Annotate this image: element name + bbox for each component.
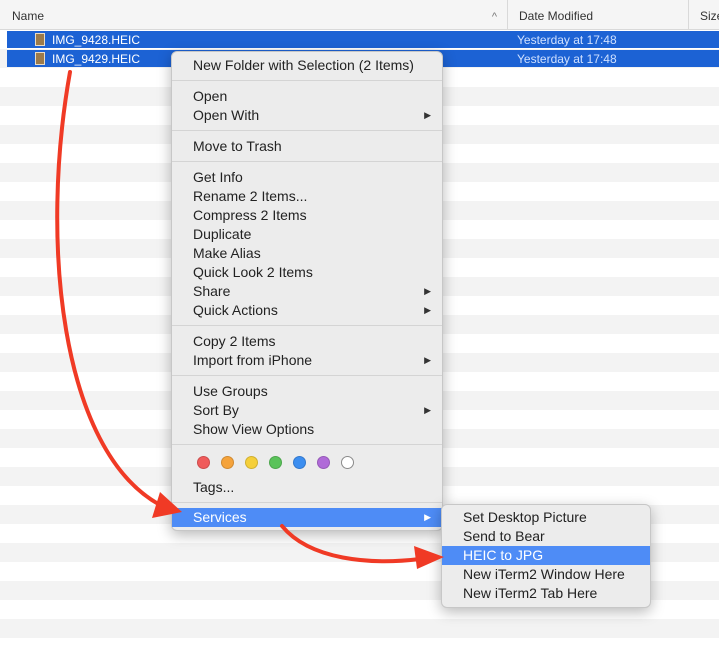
annotation-arrow-to-services [55,70,162,507]
annotation-arrow-to-heic [280,524,422,564]
annotation-arrows [55,70,444,569]
annotation-arrowhead [414,546,444,569]
annotation-arrowhead [152,492,182,518]
